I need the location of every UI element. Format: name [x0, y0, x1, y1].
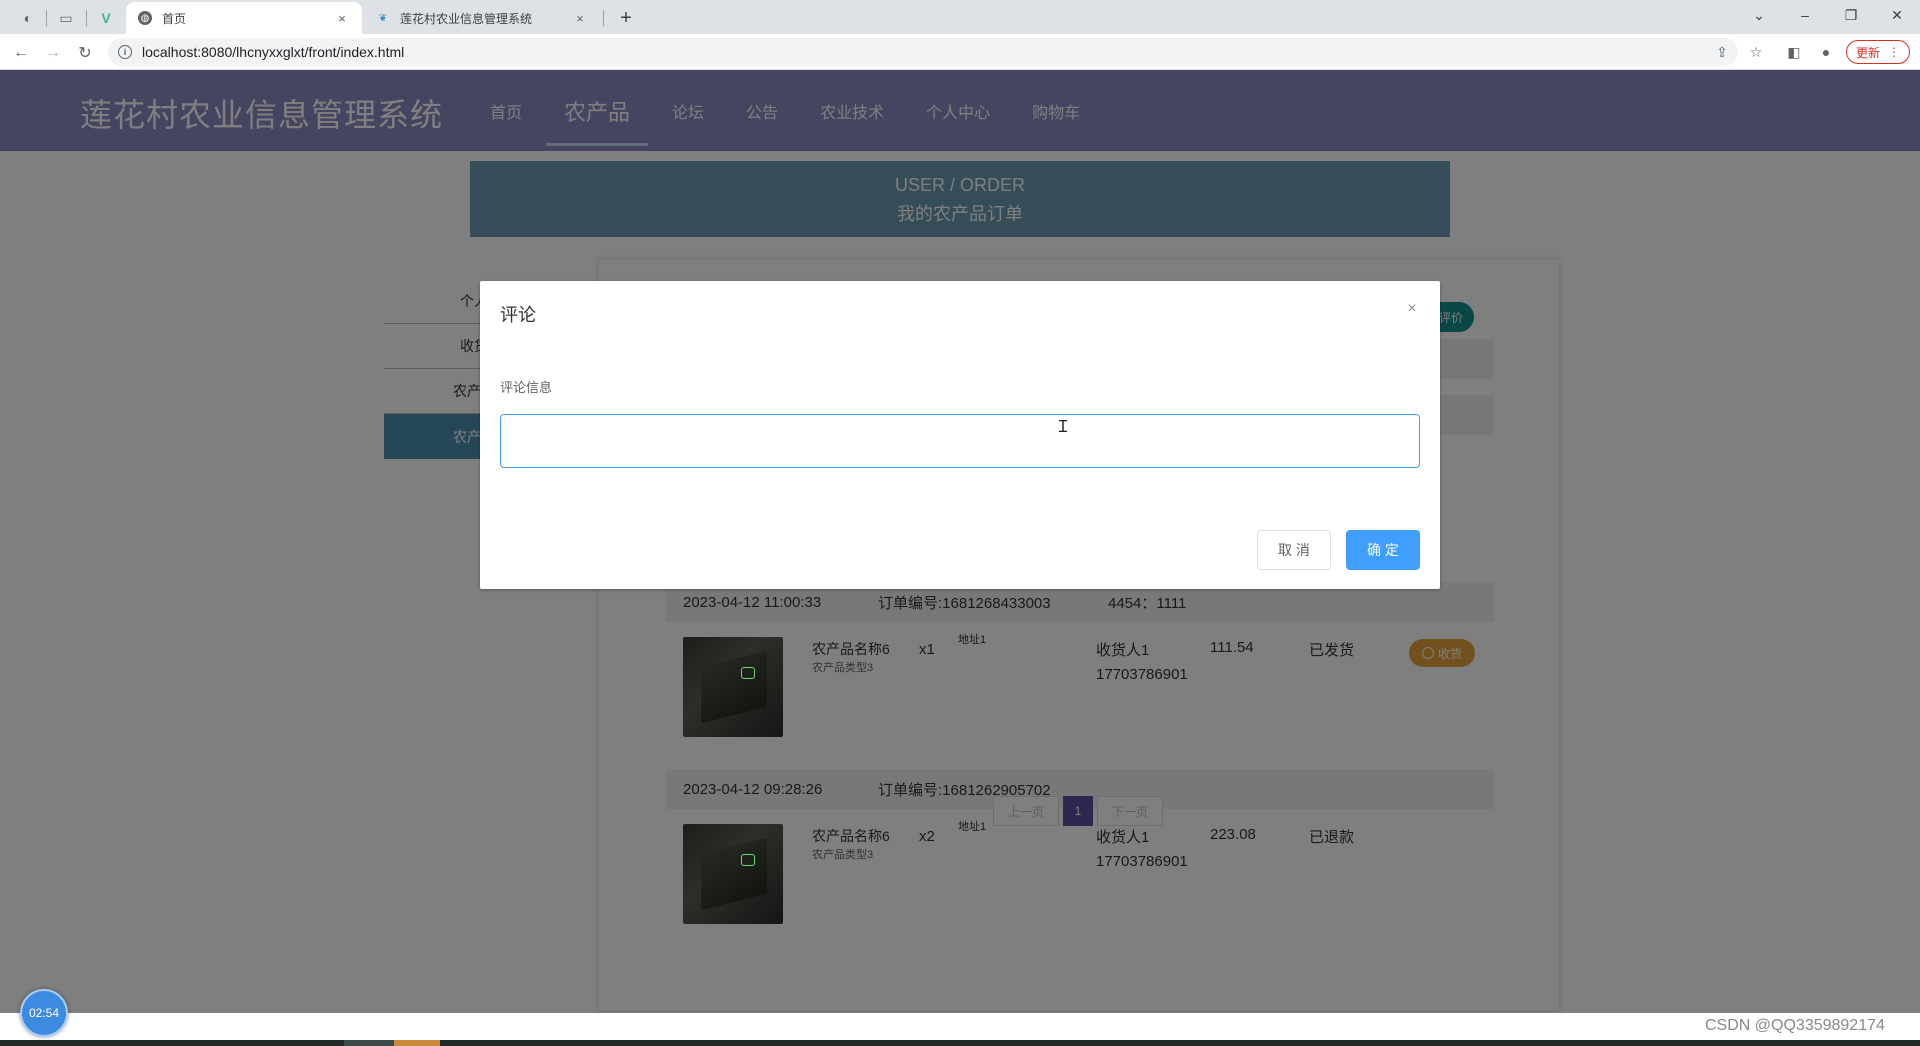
text-cursor-icon: Ｉ — [1055, 417, 1072, 436]
close-icon[interactable]: × — [1404, 300, 1420, 317]
tab-close-icon[interactable]: × — [334, 11, 350, 26]
url-text[interactable]: localhost:8080/lhcnyxxglxt/front/index.h… — [142, 44, 404, 60]
tab-title: 莲花村农业信息管理系统 — [400, 11, 533, 26]
bookmark-star-icon[interactable]: ☆ — [1744, 40, 1768, 64]
tab-home[interactable]: ◍ 首页 × — [126, 2, 362, 34]
dialog-title: 评论 — [500, 305, 536, 325]
tab-close-icon[interactable]: × — [572, 11, 588, 26]
reload-icon[interactable]: ↻ — [72, 40, 98, 66]
taskbar-segment — [394, 1040, 440, 1046]
site-info-icon[interactable]: i — [118, 45, 132, 59]
pinned-tab-blank-icon[interactable]: ▭ — [50, 5, 82, 31]
vue-tab-icon[interactable]: V — [90, 5, 122, 31]
recording-timer[interactable]: 02:54 — [20, 989, 68, 1037]
tab-separator — [86, 10, 87, 26]
update-label: 更新 — [1855, 45, 1880, 60]
side-panel-icon[interactable]: ◧ — [1782, 40, 1806, 64]
comment-field-label: 评论信息 — [500, 380, 553, 395]
pinned-tab-icon[interactable]: ◐ — [12, 5, 44, 31]
minimize-button[interactable]: – — [1782, 0, 1828, 30]
address-bar: ← → ↻ i localhost:8080/lhcnyxxglxt/front… — [0, 34, 1920, 70]
browser-tab-bar: ◐ ▭ V ◍ 首页 × ❦ 莲花村农业信息管理系统 × + ⌄ – ❐ ✕ — [0, 0, 1920, 34]
new-tab-button[interactable]: + — [612, 5, 640, 31]
taskbar-strip — [0, 1040, 1920, 1046]
tab-separator — [46, 10, 47, 26]
cancel-button[interactable]: 取 消 — [1257, 530, 1331, 570]
forward-icon[interactable]: → — [40, 40, 66, 66]
profile-icon[interactable]: ● — [1814, 40, 1838, 64]
tab-separator — [603, 10, 604, 26]
comment-input[interactable] — [500, 414, 1420, 468]
product-logo-icon — [741, 854, 755, 866]
close-window-button[interactable]: ✕ — [1874, 0, 1920, 30]
product-logo-icon — [741, 667, 755, 679]
comment-dialog: 评论 × 评论信息 Ｉ 取 消 确 定 — [480, 281, 1440, 589]
maximize-button[interactable]: ❐ — [1828, 0, 1874, 30]
more-menu-icon: ⋮ — [1888, 45, 1900, 59]
back-icon[interactable]: ← — [8, 40, 34, 66]
confirm-button[interactable]: 确 定 — [1346, 530, 1420, 570]
tab-title: 首页 — [162, 11, 187, 26]
tab-system[interactable]: ❦ 莲花村农业信息管理系统 × — [364, 2, 600, 34]
url-omnibox[interactable]: i localhost:8080/lhcnyxxglxt/front/index… — [108, 38, 1738, 66]
share-icon[interactable]: ⇪ — [1710, 40, 1734, 64]
globe-icon: ◍ — [138, 11, 152, 25]
taskbar-segment — [344, 1040, 394, 1046]
update-button[interactable]: 更新 ⋮ — [1846, 40, 1910, 64]
tab-search-icon[interactable]: ⌄ — [1736, 0, 1782, 30]
watermark: CSDN @QQ3359892174 — [1705, 1017, 1885, 1034]
site-favicon-icon: ❦ — [378, 12, 388, 24]
